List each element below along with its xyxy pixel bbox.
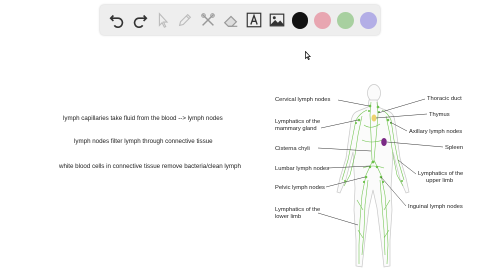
note-line-2: lymph nodes filter lymph through connect… [74, 138, 213, 145]
color-green-swatch[interactable] [337, 11, 355, 29]
label-lumbar-lymph-nodes: Lumbar lymph nodes [275, 166, 329, 172]
undo-icon[interactable] [106, 9, 128, 31]
label-pelvic-lymph-nodes: Pelvic lymph nodes [275, 185, 325, 191]
thymus-organ [371, 114, 377, 122]
lymphatic-system-diagram: Cervical lymph nodes Lymphatics of the m… [275, 84, 463, 268]
color-black-swatch[interactable] [291, 11, 309, 29]
label-lower-limb-lymphatics-line2: lower limb [275, 214, 301, 220]
label-cisterna-chyli: Cisterna chyli [275, 146, 310, 152]
drawing-toolbar [100, 5, 380, 35]
color-purple-swatch[interactable] [360, 11, 377, 29]
color-pink-swatch[interactable] [314, 11, 332, 29]
label-upper-limb-lymphatics-line1: Lymphatics of the [418, 171, 463, 177]
label-axillary-lymph-nodes: Axillary lymph nodes [409, 129, 462, 135]
label-upper-limb-lymphatics-line2: upper limb [426, 178, 453, 184]
label-thymus: Thymus [429, 112, 450, 118]
eraser-icon[interactable] [220, 9, 242, 31]
note-line-1: lymph capillaries take fluid from the bl… [63, 115, 223, 122]
redo-icon[interactable] [129, 9, 151, 31]
label-thoracic-duct: Thoracic duct [427, 96, 462, 102]
label-spleen: Spleen [445, 145, 463, 151]
text-tool-icon[interactable] [243, 9, 265, 31]
label-mammary-lymphatics-line1: Lymphatics of the [275, 119, 320, 125]
mouse-cursor-icon [305, 47, 312, 65]
tools-icon[interactable] [197, 9, 219, 31]
label-lower-limb-lymphatics-line1: Lymphatics of the [275, 207, 320, 213]
right-labels: Thoracic duct Thymus Axillary lymph node… [408, 96, 463, 210]
label-cervical-lymph-nodes: Cervical lymph nodes [275, 97, 331, 103]
label-mammary-lymphatics-line2: mammary gland [275, 126, 317, 132]
body-outline [336, 84, 410, 268]
pen-icon[interactable] [174, 9, 196, 31]
label-inguinal-lymph-nodes: Inguinal lymph nodes [408, 204, 463, 210]
select-pointer-icon[interactable] [152, 9, 174, 31]
left-labels: Cervical lymph nodes Lymphatics of the m… [275, 97, 331, 220]
note-line-3: white blood cells in connective tissue r… [59, 163, 241, 170]
image-tool-icon[interactable] [266, 9, 288, 31]
spleen-organ [381, 138, 387, 146]
